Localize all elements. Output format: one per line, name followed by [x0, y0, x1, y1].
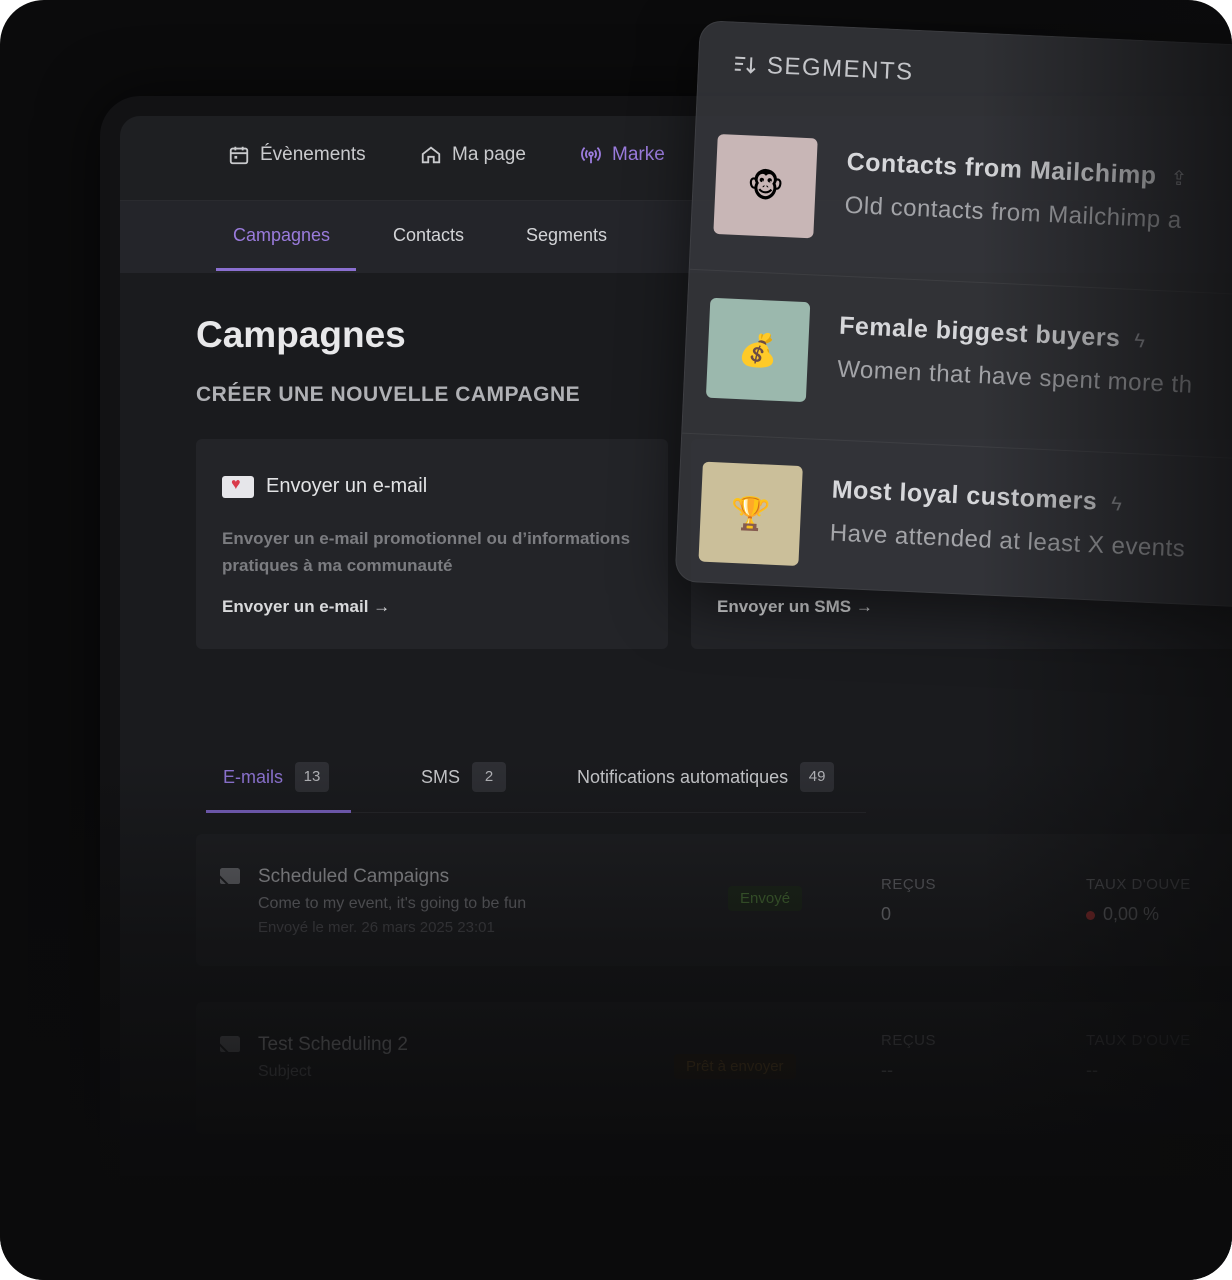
- nav-item-label: Ma page: [452, 144, 526, 165]
- open-rate-value: --: [1086, 1060, 1098, 1080]
- nav-item-my-page[interactable]: Ma page: [420, 144, 526, 166]
- broadcast-icon: [581, 147, 601, 164]
- campaign-row[interactable]: Scheduled Campaigns Come to my event, it…: [196, 834, 1232, 966]
- tab-segments[interactable]: Segments: [526, 225, 607, 246]
- segment-item[interactable]: 🐵 Contacts from Mailchimp ⇪ Old contacts …: [712, 114, 1232, 289]
- segment-thumbnail: 🐵: [713, 133, 818, 239]
- status-dot: [1086, 910, 1095, 920]
- segments-panel-title: SEGMENTS: [766, 52, 915, 86]
- segment-thumbnail: 🏆: [698, 461, 803, 567]
- tab-label: SMS: [421, 766, 461, 787]
- received-label: REÇUS: [881, 876, 937, 893]
- segment-item[interactable]: 🏆 Most loyal customers ϟ Have attended at…: [697, 442, 1232, 617]
- tab-label: Notifications automatiques: [577, 766, 789, 787]
- tab-contacts[interactable]: Contacts: [393, 225, 464, 246]
- nav-item-label: Marke: [612, 144, 665, 165]
- page-title: Campagnes: [196, 314, 406, 355]
- count-badge: 49: [800, 762, 835, 792]
- campaign-subject: Come to my event, it's going to be fun: [258, 895, 527, 912]
- open-rate-value: 0,00 %: [1086, 904, 1159, 925]
- mail-icon: [220, 1036, 240, 1052]
- segment-subtitle: Old contacts from Mailchimp a: [844, 191, 1183, 235]
- segment-title-text: Most loyal customers: [831, 475, 1098, 516]
- segment-title: Female biggest buyers ϟ: [839, 312, 1147, 355]
- open-rate-label: TAUX D'OUVE: [1086, 1032, 1191, 1049]
- campaign-subject: Subject: [258, 1063, 312, 1080]
- campaign-type-tabs: E-mails 13 SMS 2 Notifications automatiq…: [120, 756, 1232, 816]
- tab-label: E-mails: [223, 766, 284, 787]
- calendar-icon: [229, 146, 249, 165]
- nav-item-label: Évènements: [260, 144, 366, 165]
- tab-emails[interactable]: E-mails 13: [223, 762, 330, 792]
- segment-title-text: Contacts from Mailchimp: [846, 147, 1158, 190]
- status-badge: Prêt à envoyer: [674, 1054, 796, 1079]
- received-value: 0: [881, 904, 892, 924]
- create-campaign-heading: CRÉER UNE NOUVELLE CAMPAGNE: [196, 383, 581, 406]
- status-badge: Envoyé: [728, 886, 803, 911]
- nav-item-marketing[interactable]: Marke: [580, 144, 665, 166]
- active-tab-indicator: [206, 810, 351, 813]
- sort-icon: [734, 56, 756, 74]
- card-header: Envoyer un e-mail: [222, 475, 427, 498]
- received-value: --: [881, 1060, 893, 1080]
- card-description: Envoyer un e-mail promotionnel ou d’info…: [222, 529, 631, 575]
- segment-title: Contacts from Mailchimp ⇪: [846, 148, 1188, 192]
- segment-item[interactable]: 💰 Female biggest buyers ϟ Women that have…: [705, 278, 1232, 453]
- count-badge: 13: [295, 762, 330, 792]
- campaign-title: Test Scheduling 2: [258, 1034, 408, 1055]
- tab-campaigns[interactable]: Campagnes: [233, 225, 330, 246]
- envelope-heart-icon: [222, 475, 254, 498]
- segment-thumbnail: 💰: [705, 297, 811, 403]
- upload-icon: ⇪: [1169, 167, 1189, 191]
- app-frame: Évènements Ma page Marke Campagnes Conta…: [0, 0, 1232, 1280]
- segment-title-text: Female biggest buyers: [838, 311, 1122, 353]
- nav-item-events[interactable]: Évènements: [228, 144, 366, 166]
- segments-panel-header: SEGMENTS: [732, 51, 914, 87]
- campaign-row[interactable]: Test Scheduling 2 Subject Prêt à envoyer…: [196, 1002, 1232, 1134]
- tab-automatic-notifications[interactable]: Notifications automatiques 49: [577, 762, 835, 792]
- open-rate-label: TAUX D'OUVE: [1086, 876, 1191, 893]
- open-rate-text: 0,00 %: [1103, 904, 1160, 924]
- send-sms-link[interactable]: Envoyer un SMS →: [717, 597, 873, 617]
- home-icon: [421, 146, 441, 164]
- send-email-card[interactable]: Envoyer un e-mail Envoyer un e-mail prom…: [196, 439, 668, 649]
- received-label: REÇUS: [881, 1032, 937, 1049]
- segment-subtitle: Women that have spent more th: [836, 355, 1194, 399]
- active-tab-indicator: [216, 268, 356, 271]
- segments-panel: SEGMENTS 🐵 Contacts from Mailchimp ⇪ Old …: [674, 20, 1232, 609]
- campaign-date: Envoyé le mer. 26 mars 2025 23:01: [258, 919, 495, 936]
- count-badge: 2: [472, 762, 507, 792]
- lightning-icon: ϟ: [1133, 330, 1146, 353]
- segment-subtitle: Have attended at least X events: [829, 519, 1186, 563]
- card-title: Envoyer un e-mail: [266, 475, 428, 497]
- mail-icon: [220, 868, 240, 884]
- lightning-icon: ϟ: [1110, 493, 1123, 516]
- campaign-title: Scheduled Campaigns: [258, 866, 450, 887]
- send-email-link[interactable]: Envoyer un e-mail →: [222, 597, 390, 617]
- segment-title: Most loyal customers ϟ: [831, 475, 1123, 517]
- tab-sms[interactable]: SMS 2: [421, 762, 507, 792]
